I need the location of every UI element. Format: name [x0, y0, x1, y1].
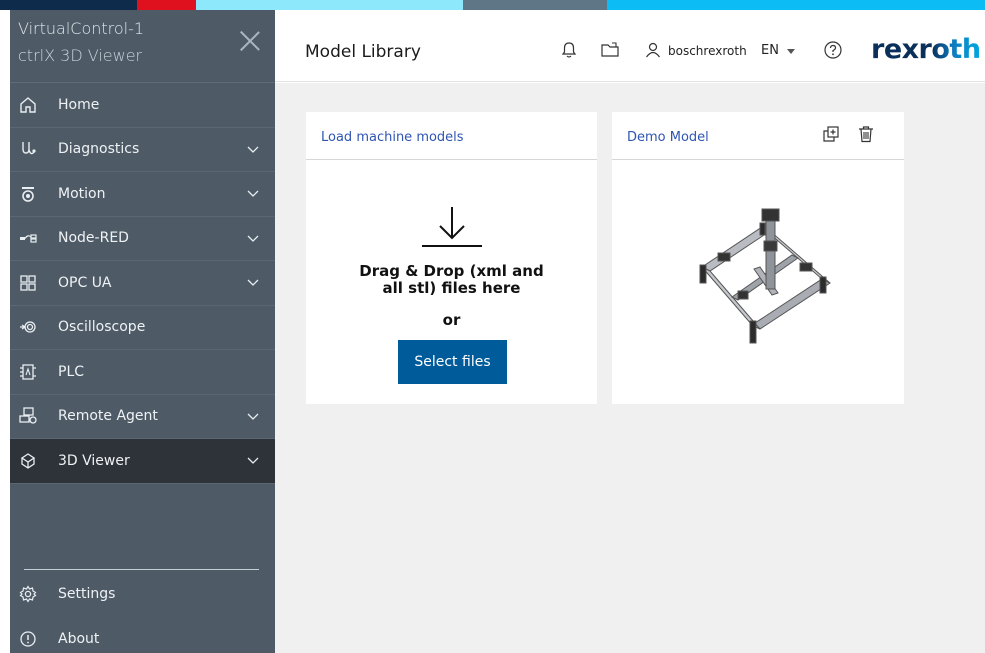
sidebar-item-label: Oscilloscope: [58, 319, 146, 336]
page-title: Model Library: [305, 42, 421, 62]
or-label: or: [442, 311, 461, 329]
chevron-down-icon[interactable]: [247, 455, 259, 467]
sidebar-item-about[interactable]: About: [10, 617, 275, 653]
chevron-down-icon[interactable]: [247, 188, 259, 200]
sidebar-item-label: Diagnostics: [58, 141, 140, 158]
card-header: Demo Model: [612, 112, 904, 160]
sidebar-item-label: About: [58, 630, 100, 647]
sidebar-brand: VirtualControl-1 ctrlX 3D Viewer: [10, 10, 275, 83]
app-subtitle: ctrlX 3D Viewer: [18, 46, 143, 65]
close-sidebar-icon[interactable]: [239, 30, 261, 52]
remote-agent-icon: [10, 407, 46, 425]
machine-model-thumbnail[interactable]: [692, 207, 842, 351]
sidebar-item-remote-agent[interactable]: Remote Agent: [10, 395, 275, 439]
sidebar-item-oscilloscope[interactable]: Oscilloscope: [10, 306, 275, 350]
select-files-button[interactable]: Select files: [398, 340, 507, 384]
sidebar-item-home[interactable]: Home: [10, 83, 275, 128]
sidebar-item-label: 3D Viewer: [58, 452, 130, 469]
bell-icon[interactable]: [560, 40, 578, 64]
home-icon: [10, 96, 46, 114]
demo-model-card[interactable]: Demo Model: [612, 112, 904, 404]
sidebar-item-plc[interactable]: PLC: [10, 350, 275, 395]
sidebar-item-3d-viewer[interactable]: 3D Viewer: [10, 439, 275, 484]
card-title[interactable]: Demo Model: [627, 130, 709, 145]
top-header: Model Library boschrexroth EN rexroth: [275, 10, 985, 82]
sidebar-item-label: PLC: [58, 363, 85, 380]
chevron-down-icon[interactable]: [247, 233, 259, 245]
chevron-down-icon[interactable]: [247, 411, 259, 423]
sidebar-divider: [24, 569, 259, 570]
plc-icon: [10, 363, 46, 381]
chevron-down-icon[interactable]: [247, 277, 259, 289]
help-icon[interactable]: [823, 40, 843, 64]
card-header: Load machine models: [306, 112, 597, 160]
sidebar-item-label: OPC UA: [58, 274, 112, 291]
download-arrow-icon: [422, 207, 482, 251]
folder-icon[interactable]: [600, 40, 620, 64]
info-icon: [10, 630, 46, 648]
oscilloscope-icon: [10, 318, 46, 336]
drop-zone-text: Drag & Drop (xml and all stl) files here: [359, 262, 544, 297]
sidebar-item-label: Node-RED: [58, 230, 129, 247]
sidebar-item-label: Remote Agent: [58, 408, 158, 425]
diagnostics-icon: [10, 140, 46, 158]
rexroth-logo: rexroth: [871, 34, 981, 65]
gear-icon: [10, 585, 46, 603]
sidebar-item-label: Home: [58, 96, 100, 113]
trash-icon[interactable]: [858, 125, 874, 147]
caret-down-icon[interactable]: [787, 49, 795, 54]
sidebar-item-label: Motion: [58, 185, 106, 202]
user-icon[interactable]: [645, 42, 661, 62]
username[interactable]: boschrexroth: [668, 44, 747, 58]
language-selector[interactable]: EN: [761, 43, 779, 58]
chevron-down-icon[interactable]: [247, 144, 259, 156]
sidebar-item-opc-ua[interactable]: OPC UA: [10, 261, 275, 306]
sidebar-item-settings[interactable]: Settings: [10, 572, 275, 617]
3d-viewer-icon: [10, 452, 46, 470]
app-name: VirtualControl-1: [18, 19, 145, 38]
sidebar-item-node-red[interactable]: Node-RED: [10, 217, 275, 261]
duplicate-icon[interactable]: [822, 125, 840, 147]
load-models-card: Load machine models Drag & Drop (xml and…: [306, 112, 597, 404]
motion-icon: [10, 185, 46, 203]
main-content: Load machine models Drag & Drop (xml and…: [275, 83, 985, 653]
sidebar-item-label: Settings: [58, 586, 116, 603]
sidebar-item-diagnostics[interactable]: Diagnostics: [10, 128, 275, 172]
opc-ua-icon: [10, 274, 46, 292]
sidebar: VirtualControl-1 ctrlX 3D Viewer Home Di…: [0, 10, 275, 653]
top-color-strip: [0, 0, 985, 10]
node-red-icon: [10, 229, 46, 247]
sidebar-item-motion[interactable]: Motion: [10, 172, 275, 217]
card-title[interactable]: Load machine models: [321, 130, 464, 145]
